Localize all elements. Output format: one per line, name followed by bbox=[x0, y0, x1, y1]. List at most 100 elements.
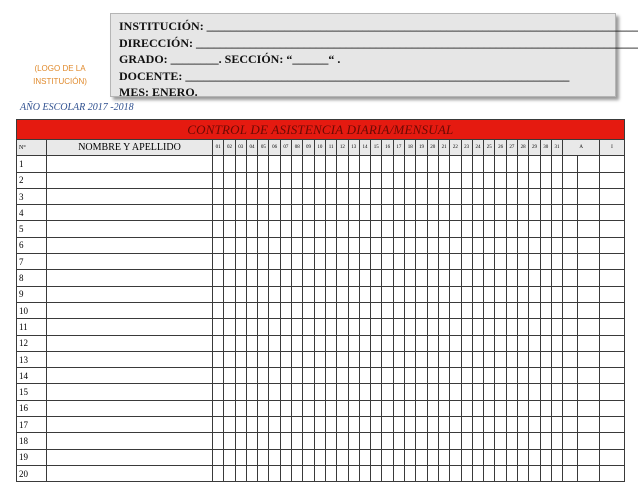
attendance-cell[interactable] bbox=[471, 448, 485, 466]
attendance-cell[interactable] bbox=[449, 269, 462, 287]
attendance-cell[interactable] bbox=[370, 253, 383, 271]
attendance-cell[interactable] bbox=[279, 220, 293, 238]
total-cell[interactable] bbox=[562, 432, 579, 450]
attendance-cell[interactable] bbox=[415, 416, 428, 434]
attendance-cell[interactable] bbox=[505, 334, 519, 352]
attendance-cell[interactable] bbox=[358, 155, 372, 173]
attendance-cell[interactable] bbox=[268, 301, 281, 320]
student-name-cell[interactable] bbox=[46, 318, 213, 336]
attendance-cell[interactable] bbox=[539, 350, 552, 369]
attendance-cell[interactable] bbox=[358, 171, 372, 189]
attendance-cell[interactable] bbox=[223, 432, 236, 450]
attendance-cell[interactable] bbox=[279, 432, 293, 450]
attendance-cell[interactable] bbox=[517, 236, 530, 255]
student-name-cell[interactable] bbox=[46, 432, 213, 450]
attendance-cell[interactable] bbox=[539, 367, 552, 385]
attendance-cell[interactable] bbox=[483, 301, 496, 320]
attendance-cell[interactable] bbox=[245, 464, 259, 483]
attendance-cell[interactable] bbox=[268, 187, 281, 206]
attendance-cell[interactable] bbox=[257, 318, 270, 336]
attendance-cell[interactable] bbox=[358, 269, 372, 287]
attendance-cell[interactable] bbox=[437, 318, 451, 336]
attendance-cell[interactable] bbox=[279, 383, 293, 401]
attendance-cell[interactable] bbox=[460, 334, 473, 352]
attendance-cell[interactable] bbox=[234, 432, 247, 450]
attendance-cell[interactable] bbox=[460, 301, 473, 320]
total-cell[interactable] bbox=[599, 301, 625, 320]
attendance-cell[interactable] bbox=[426, 187, 439, 206]
attendance-cell[interactable] bbox=[279, 171, 293, 189]
attendance-cell[interactable] bbox=[483, 399, 496, 418]
attendance-cell[interactable] bbox=[223, 253, 236, 271]
total-cell[interactable] bbox=[599, 220, 625, 238]
attendance-cell[interactable] bbox=[528, 204, 541, 222]
attendance-cell[interactable] bbox=[471, 269, 485, 287]
attendance-cell[interactable] bbox=[460, 318, 473, 336]
total-cell[interactable] bbox=[599, 350, 625, 369]
attendance-cell[interactable] bbox=[358, 220, 372, 238]
attendance-cell[interactable] bbox=[268, 155, 281, 173]
attendance-cell[interactable] bbox=[517, 269, 530, 287]
attendance-cell[interactable] bbox=[257, 464, 270, 483]
attendance-cell[interactable] bbox=[358, 350, 372, 369]
total-cell[interactable] bbox=[577, 432, 601, 450]
attendance-cell[interactable] bbox=[324, 399, 338, 418]
attendance-cell[interactable] bbox=[528, 171, 541, 189]
total-cell[interactable] bbox=[599, 236, 625, 255]
student-name-cell[interactable] bbox=[46, 171, 213, 189]
attendance-cell[interactable] bbox=[302, 301, 315, 320]
attendance-cell[interactable] bbox=[483, 334, 496, 352]
attendance-cell[interactable] bbox=[539, 399, 552, 418]
attendance-cell[interactable] bbox=[381, 432, 394, 450]
attendance-cell[interactable] bbox=[234, 318, 247, 336]
student-name-cell[interactable] bbox=[46, 416, 213, 434]
attendance-cell[interactable] bbox=[291, 155, 304, 173]
attendance-cell[interactable] bbox=[313, 236, 326, 255]
attendance-cell[interactable] bbox=[392, 204, 406, 222]
attendance-cell[interactable] bbox=[223, 301, 236, 320]
total-cell[interactable] bbox=[562, 269, 579, 287]
attendance-cell[interactable] bbox=[347, 350, 360, 369]
attendance-cell[interactable] bbox=[437, 432, 451, 450]
attendance-cell[interactable] bbox=[211, 204, 225, 222]
attendance-cell[interactable] bbox=[517, 350, 530, 369]
attendance-cell[interactable] bbox=[336, 383, 349, 401]
attendance-cell[interactable] bbox=[347, 187, 360, 206]
attendance-cell[interactable] bbox=[324, 301, 338, 320]
total-cell[interactable] bbox=[562, 416, 579, 434]
attendance-cell[interactable] bbox=[392, 236, 406, 255]
attendance-cell[interactable] bbox=[302, 236, 315, 255]
attendance-cell[interactable] bbox=[505, 350, 519, 369]
attendance-cell[interactable] bbox=[279, 399, 293, 418]
attendance-cell[interactable] bbox=[313, 350, 326, 369]
attendance-cell[interactable] bbox=[358, 383, 372, 401]
attendance-cell[interactable] bbox=[245, 269, 259, 287]
attendance-cell[interactable] bbox=[302, 187, 315, 206]
attendance-cell[interactable] bbox=[223, 334, 236, 352]
attendance-cell[interactable] bbox=[211, 432, 225, 450]
attendance-cell[interactable] bbox=[460, 236, 473, 255]
attendance-cell[interactable] bbox=[279, 464, 293, 483]
attendance-cell[interactable] bbox=[539, 432, 552, 450]
attendance-cell[interactable] bbox=[437, 383, 451, 401]
attendance-cell[interactable] bbox=[494, 253, 507, 271]
attendance-cell[interactable] bbox=[291, 301, 304, 320]
total-cell[interactable] bbox=[577, 236, 601, 255]
attendance-cell[interactable] bbox=[211, 318, 225, 336]
attendance-cell[interactable] bbox=[347, 383, 360, 401]
attendance-cell[interactable] bbox=[381, 318, 394, 336]
attendance-cell[interactable] bbox=[347, 399, 360, 418]
attendance-cell[interactable] bbox=[483, 464, 496, 483]
attendance-cell[interactable] bbox=[313, 318, 326, 336]
attendance-cell[interactable] bbox=[460, 269, 473, 287]
total-cell[interactable] bbox=[577, 187, 601, 206]
attendance-cell[interactable] bbox=[302, 448, 315, 466]
attendance-cell[interactable] bbox=[291, 187, 304, 206]
attendance-cell[interactable] bbox=[211, 155, 225, 173]
attendance-cell[interactable] bbox=[245, 416, 259, 434]
attendance-cell[interactable] bbox=[550, 301, 564, 320]
attendance-cell[interactable] bbox=[245, 399, 259, 418]
attendance-cell[interactable] bbox=[291, 464, 304, 483]
attendance-cell[interactable] bbox=[539, 416, 552, 434]
attendance-cell[interactable] bbox=[279, 204, 293, 222]
